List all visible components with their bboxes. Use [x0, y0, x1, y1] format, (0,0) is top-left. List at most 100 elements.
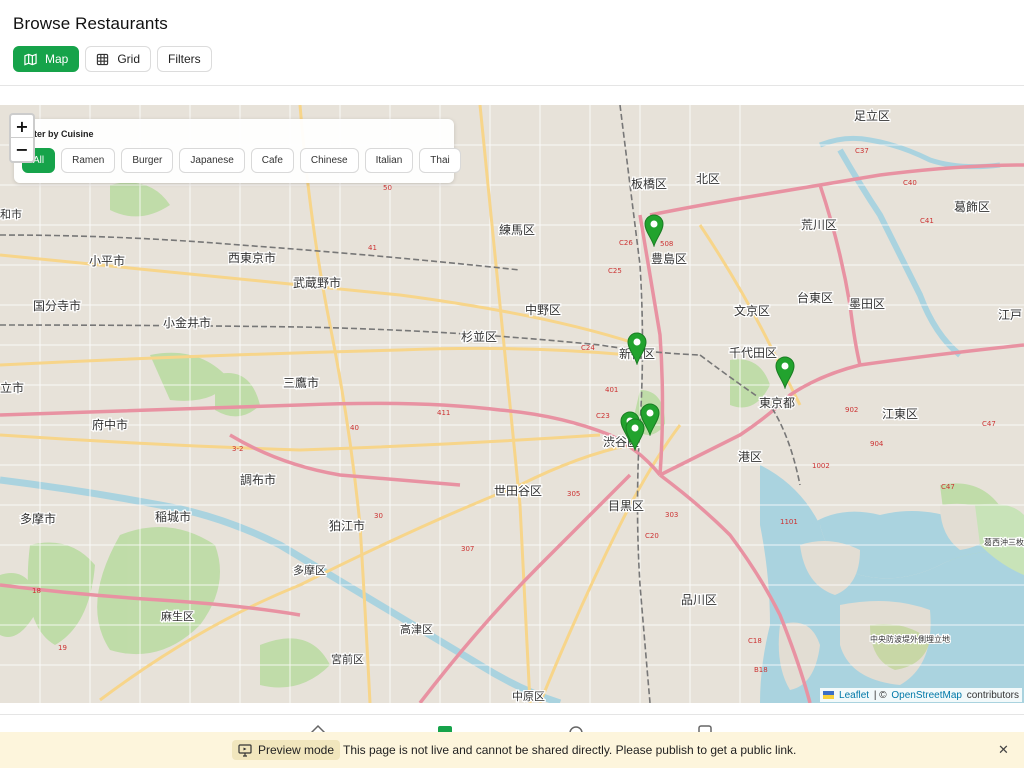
svg-text:C24: C24	[581, 344, 595, 352]
bottom-nav	[0, 714, 1024, 736]
restaurant-marker[interactable]	[643, 213, 665, 247]
view-toggle-group: Map Grid Filters	[13, 46, 212, 72]
svg-text:葛西沖三枚洲: 葛西沖三枚洲	[984, 537, 1024, 547]
svg-text:調布市: 調布市	[240, 472, 276, 487]
svg-text:墨田区: 墨田区	[849, 297, 885, 311]
cuisine-chip-japanese[interactable]: Japanese	[179, 148, 245, 173]
map-attribution: Leaflet | © OpenStreetMap contributors	[820, 688, 1022, 702]
svg-text:多摩市: 多摩市	[20, 511, 56, 526]
svg-text:303: 303	[665, 511, 678, 519]
preview-message: This page is not live and cannot be shar…	[343, 743, 797, 757]
grid-view-button[interactable]: Grid	[85, 46, 152, 72]
svg-text:中央防波堤外側埋立地: 中央防波堤外側埋立地	[870, 634, 950, 644]
svg-text:19: 19	[58, 644, 67, 652]
svg-text:西東京市: 西東京市	[228, 250, 276, 265]
monitor-icon	[238, 743, 252, 757]
svg-text:1002: 1002	[812, 462, 830, 470]
map-icon	[24, 53, 37, 65]
page-title: Browse Restaurants	[13, 14, 168, 33]
svg-text:C20: C20	[645, 532, 659, 540]
svg-text:C26: C26	[619, 239, 633, 247]
svg-text:武蔵野市: 武蔵野市	[293, 275, 341, 290]
svg-text:902: 902	[845, 406, 858, 414]
leaflet-link[interactable]: Leaflet	[839, 690, 869, 701]
svg-text:C41: C41	[920, 217, 934, 225]
ukraine-flag-icon	[823, 691, 835, 699]
attribution-separator: | ©	[871, 689, 890, 701]
svg-text:立市: 立市	[0, 380, 24, 395]
restaurant-marker[interactable]	[624, 417, 646, 451]
svg-text:江戸: 江戸	[998, 308, 1022, 322]
grid-icon	[97, 53, 109, 65]
svg-text:50: 50	[383, 184, 392, 192]
svg-text:東京都: 東京都	[759, 396, 795, 410]
svg-text:目黒区: 目黒区	[608, 499, 644, 513]
svg-text:和市: 和市	[0, 207, 22, 221]
cuisine-chip-chinese[interactable]: Chinese	[299, 148, 359, 173]
zoom-control: + −	[9, 113, 35, 163]
restaurant-marker[interactable]	[626, 331, 648, 365]
svg-text:41: 41	[368, 244, 377, 252]
filter-panel-title: ter by Cuisine	[34, 129, 94, 139]
svg-text:904: 904	[870, 440, 884, 448]
svg-text:305: 305	[567, 490, 580, 498]
svg-text:C18: C18	[748, 637, 762, 645]
svg-text:40: 40	[350, 424, 359, 432]
osm-link[interactable]: OpenStreetMap	[891, 690, 962, 701]
filters-button[interactable]: Filters	[157, 46, 212, 72]
svg-text:板橋区: 板橋区	[631, 177, 667, 191]
svg-text:多摩区: 多摩区	[293, 563, 326, 577]
filters-label: Filters	[168, 52, 201, 66]
svg-text:高津区: 高津区	[400, 622, 433, 636]
cuisine-chip-ramen[interactable]: Ramen	[61, 148, 116, 173]
svg-text:B18: B18	[754, 666, 768, 674]
svg-text:狛江市: 狛江市	[329, 518, 365, 533]
svg-text:国分寺市: 国分寺市	[33, 298, 81, 313]
svg-text:C37: C37	[855, 147, 869, 155]
map-container[interactable]: 足立区 北区 板橋区 葛飾区 荒川区 練馬区 豊島区 西東京市 小平市 武蔵野市…	[0, 105, 1024, 703]
svg-text:411: 411	[437, 409, 450, 417]
zoom-in-button[interactable]: +	[11, 115, 33, 138]
close-icon[interactable]: ✕	[998, 743, 1009, 758]
svg-text:北区: 北区	[696, 172, 720, 186]
preview-banner: Preview mode This page is not live and c…	[0, 732, 1024, 768]
svg-text:1101: 1101	[780, 518, 798, 526]
svg-text:307: 307	[461, 545, 474, 553]
cuisine-chip-cafe[interactable]: Cafe	[250, 148, 294, 173]
cuisine-chip-thai[interactable]: Thai	[419, 148, 461, 173]
cuisine-chip-list: All Ramen Burger Japanese Cafe Chinese I…	[22, 148, 461, 173]
svg-text:中原区: 中原区	[512, 690, 545, 703]
svg-text:港区: 港区	[738, 450, 762, 464]
svg-text:C47: C47	[941, 483, 955, 491]
svg-text:江東区: 江東区	[882, 407, 918, 421]
svg-text:品川区: 品川区	[681, 593, 717, 607]
svg-text:世田谷区: 世田谷区	[494, 484, 542, 498]
svg-text:杉並区: 杉並区	[461, 330, 497, 344]
svg-text:C23: C23	[596, 412, 610, 420]
map-view-button[interactable]: Map	[13, 46, 80, 72]
svg-text:荒川区: 荒川区	[801, 218, 837, 232]
cuisine-filter-panel: ter by Cuisine All Ramen Burger Japanese…	[14, 119, 461, 183]
svg-text:稲城市: 稲城市	[155, 509, 191, 524]
svg-text:18: 18	[32, 587, 41, 595]
cuisine-chip-italian[interactable]: Italian	[364, 148, 414, 173]
cuisine-chip-burger[interactable]: Burger	[121, 148, 174, 173]
svg-text:401: 401	[605, 386, 618, 394]
svg-text:C47: C47	[982, 420, 996, 428]
map-tiles: 足立区 北区 板橋区 葛飾区 荒川区 練馬区 豊島区 西東京市 小平市 武蔵野市…	[0, 105, 1024, 703]
svg-text:府中市: 府中市	[92, 417, 128, 432]
svg-text:麻生区: 麻生区	[161, 609, 194, 623]
svg-text:千代田区: 千代田区	[729, 346, 777, 360]
svg-text:C25: C25	[608, 267, 622, 275]
svg-text:台東区: 台東区	[797, 290, 833, 305]
restaurant-marker[interactable]	[774, 355, 796, 389]
svg-text:3-2: 3-2	[232, 445, 243, 453]
svg-text:葛飾区: 葛飾区	[954, 200, 990, 214]
svg-text:30: 30	[374, 512, 383, 520]
map-view-label: Map	[45, 52, 69, 66]
svg-text:宮前区: 宮前区	[331, 652, 364, 666]
svg-text:練馬区: 練馬区	[499, 223, 535, 237]
svg-text:豊島区: 豊島区	[651, 251, 687, 266]
zoom-out-button[interactable]: −	[11, 138, 33, 161]
svg-text:足立区: 足立区	[854, 108, 890, 123]
